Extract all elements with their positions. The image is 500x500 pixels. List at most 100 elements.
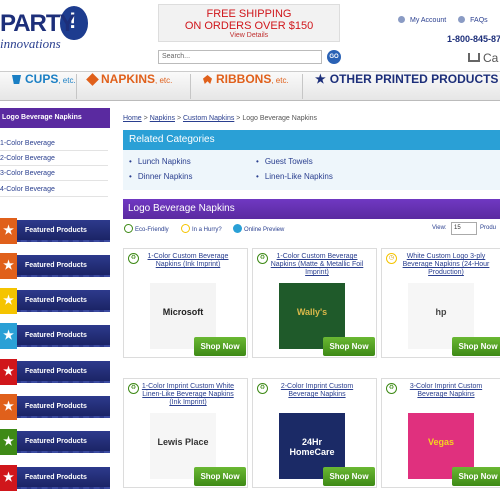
search-go-button[interactable]: GO — [327, 50, 341, 64]
featured-products-label: Featured Products — [25, 332, 87, 339]
featured-products-label: Featured Products — [25, 262, 87, 269]
product-image-logo-text: 24Hr HomeCare — [289, 437, 335, 457]
product-card[interactable]: ♻ 2-Color Imprint Custom Beverage Napkins… — [252, 378, 377, 488]
brand-subname: innovations — [0, 36, 61, 51]
help-icon — [458, 16, 466, 23]
featured-products-label: Featured Products — [25, 474, 87, 481]
breadcrumb-home[interactable]: Home — [123, 115, 142, 122]
related-link-lunch-napkins[interactable]: Lunch Napkins — [129, 157, 191, 166]
nav-napkins[interactable]: NAPKINS, etc. — [86, 72, 172, 101]
featured-products-label: Featured Products — [25, 368, 87, 375]
shop-now-button[interactable]: Shop Now — [452, 337, 500, 356]
filter-online-preview[interactable]: Online Preview — [233, 224, 284, 233]
nav-divider — [302, 74, 303, 99]
related-link-dinner-napkins[interactable]: Dinner Napkins — [129, 172, 193, 181]
product-image-logo-text: Vegas — [427, 437, 455, 447]
featured-products-tab[interactable]: ★ Featured Products — [0, 465, 110, 491]
featured-products-tab[interactable]: ★ Featured Products — [0, 429, 110, 455]
brand-name: PARTY — [0, 10, 76, 37]
product-title-link[interactable]: 1-Color Custom Beverage Napkins (Ink Imp… — [138, 253, 238, 269]
breadcrumb-current: Logo Beverage Napkins — [242, 115, 318, 122]
my-account-link[interactable]: My Account — [398, 16, 451, 24]
nav-cups[interactable]: CUPS, etc. — [12, 72, 76, 101]
featured-products-tab[interactable]: ★ Featured Products — [0, 253, 110, 279]
sidebar-heading[interactable]: Logo Beverage Napkins — [0, 108, 110, 128]
product-title-link[interactable]: 3-Color Imprint Custom Beverage Napkins — [396, 383, 496, 399]
breadcrumb-custom-napkins[interactable]: Custom Napkins — [183, 115, 234, 122]
featured-products-tab[interactable]: ★ Featured Products — [0, 394, 110, 420]
preview-icon — [233, 224, 242, 233]
product-card[interactable]: ◷ White Custom Logo 3-ply Beverage Napkin… — [381, 248, 500, 358]
promo-line-2: ON ORDERS OVER $150 — [184, 20, 314, 32]
clock-icon — [181, 224, 190, 233]
product-card[interactable]: ♻ 1-Color Custom Beverage Napkins (Ink Im… — [123, 248, 248, 358]
featured-products-label: Featured Products — [25, 297, 87, 304]
promo-line-1: FREE SHIPPING — [206, 8, 292, 20]
product-title-link[interactable]: 1-Color Custom Beverage Napkins (Matte &… — [267, 253, 367, 277]
product-image-logo-text: Microsoft — [162, 307, 204, 317]
star-icon: ★ — [0, 288, 17, 314]
filter-eco-friendly[interactable]: Eco-Friendly — [124, 224, 169, 233]
star-icon: ★ — [315, 72, 326, 86]
product-card[interactable]: ♻ 1-Color Imprint Custom White Linen-Like… — [123, 378, 248, 488]
view-suffix: Produ — [480, 225, 497, 231]
ribbon-icon — [203, 75, 212, 84]
shop-now-button[interactable]: Shop Now — [323, 467, 375, 486]
star-icon: ★ — [0, 218, 17, 244]
search-input[interactable]: Search... — [158, 50, 322, 64]
product-title-link[interactable]: 2-Color Imprint Custom Beverage Napkins — [267, 383, 367, 399]
featured-products-label: Featured Products — [25, 438, 87, 445]
brand-logo[interactable]: PARTY innovations — [0, 6, 96, 54]
nav-divider — [76, 74, 77, 99]
featured-products-tab[interactable]: ★ Featured Products — [0, 288, 110, 314]
nav-ribbons[interactable]: RIBBONS, etc. — [203, 72, 289, 101]
free-shipping-banner: FREE SHIPPING ON ORDERS OVER $150 View D… — [158, 4, 340, 42]
napkin-icon — [86, 73, 99, 86]
related-categories-heading: Related Categories — [123, 130, 500, 150]
product-image-logo-text: Wally's — [296, 307, 328, 317]
cart-icon — [468, 53, 480, 62]
shop-now-button[interactable]: Shop Now — [323, 337, 375, 356]
product-title-link[interactable]: 1-Color Imprint Custom White Linen-Like … — [138, 383, 238, 407]
faqs-link[interactable]: FAQs — [458, 16, 493, 24]
filter-in-a-hurry[interactable]: In a Hurry? — [181, 224, 222, 233]
shop-now-button[interactable]: Shop Now — [452, 467, 500, 486]
nav-divider — [190, 74, 191, 99]
shop-now-button[interactable]: Shop Now — [194, 337, 246, 356]
nav-other-printed-products[interactable]: ★ OTHER PRINTED PRODUCTS — [315, 72, 498, 101]
product-image-logo-text: Lewis Place — [157, 437, 209, 447]
featured-products-tab[interactable]: ★ Featured Products — [0, 323, 110, 349]
phone-number: 1-800-845-87 — [447, 34, 500, 44]
view-label: View: — [432, 225, 447, 231]
product-card[interactable]: ♻ 3-Color Imprint Custom Beverage Napkins… — [381, 378, 500, 488]
sidebar-item[interactable]: 4-Color Beverage — [0, 182, 108, 197]
sidebar-item[interactable]: 1-Color Beverage — [0, 136, 108, 151]
related-categories-panel: Related Categories Lunch Napkins Dinner … — [123, 130, 500, 190]
cart-link[interactable]: Ca — [468, 51, 498, 65]
product-image-logo-text: hp — [435, 307, 447, 317]
cup-icon — [12, 75, 21, 84]
star-icon: ★ — [0, 394, 17, 420]
view-count-select[interactable]: 15 — [451, 222, 477, 235]
view-details-link[interactable]: View Details — [159, 32, 339, 39]
featured-products-tab[interactable]: ★ Featured Products — [0, 218, 110, 244]
user-icon — [398, 16, 405, 23]
product-title-link[interactable]: White Custom Logo 3-ply Beverage Napkins… — [396, 253, 496, 277]
star-icon: ★ — [0, 323, 17, 349]
sidebar-item[interactable]: 2-Color Beverage — [0, 151, 108, 166]
related-link-guest-towels[interactable]: Guest Towels — [256, 157, 313, 166]
recycle-icon — [124, 224, 133, 233]
product-card[interactable]: ♻ 1-Color Custom Beverage Napkins (Matte … — [252, 248, 377, 358]
breadcrumb-napkins[interactable]: Napkins — [150, 115, 175, 122]
star-icon: ★ — [0, 465, 17, 491]
related-link-linen-like-napkins[interactable]: Linen-Like Napkins — [256, 172, 333, 181]
star-icon: ★ — [0, 253, 17, 279]
products-heading: Logo Beverage Napkins — [123, 199, 500, 219]
featured-products-tab[interactable]: ★ Featured Products — [0, 359, 110, 385]
shop-now-button[interactable]: Shop Now — [194, 467, 246, 486]
account-links: My Account FAQs Li — [398, 16, 500, 24]
featured-products-label: Featured Products — [25, 403, 87, 410]
main-nav: CUPS, etc. NAPKINS, etc. RIBBONS, etc. ★… — [0, 71, 500, 101]
sidebar-item[interactable]: 3-Color Beverage — [0, 166, 108, 181]
featured-products-label: Featured Products — [25, 227, 87, 234]
